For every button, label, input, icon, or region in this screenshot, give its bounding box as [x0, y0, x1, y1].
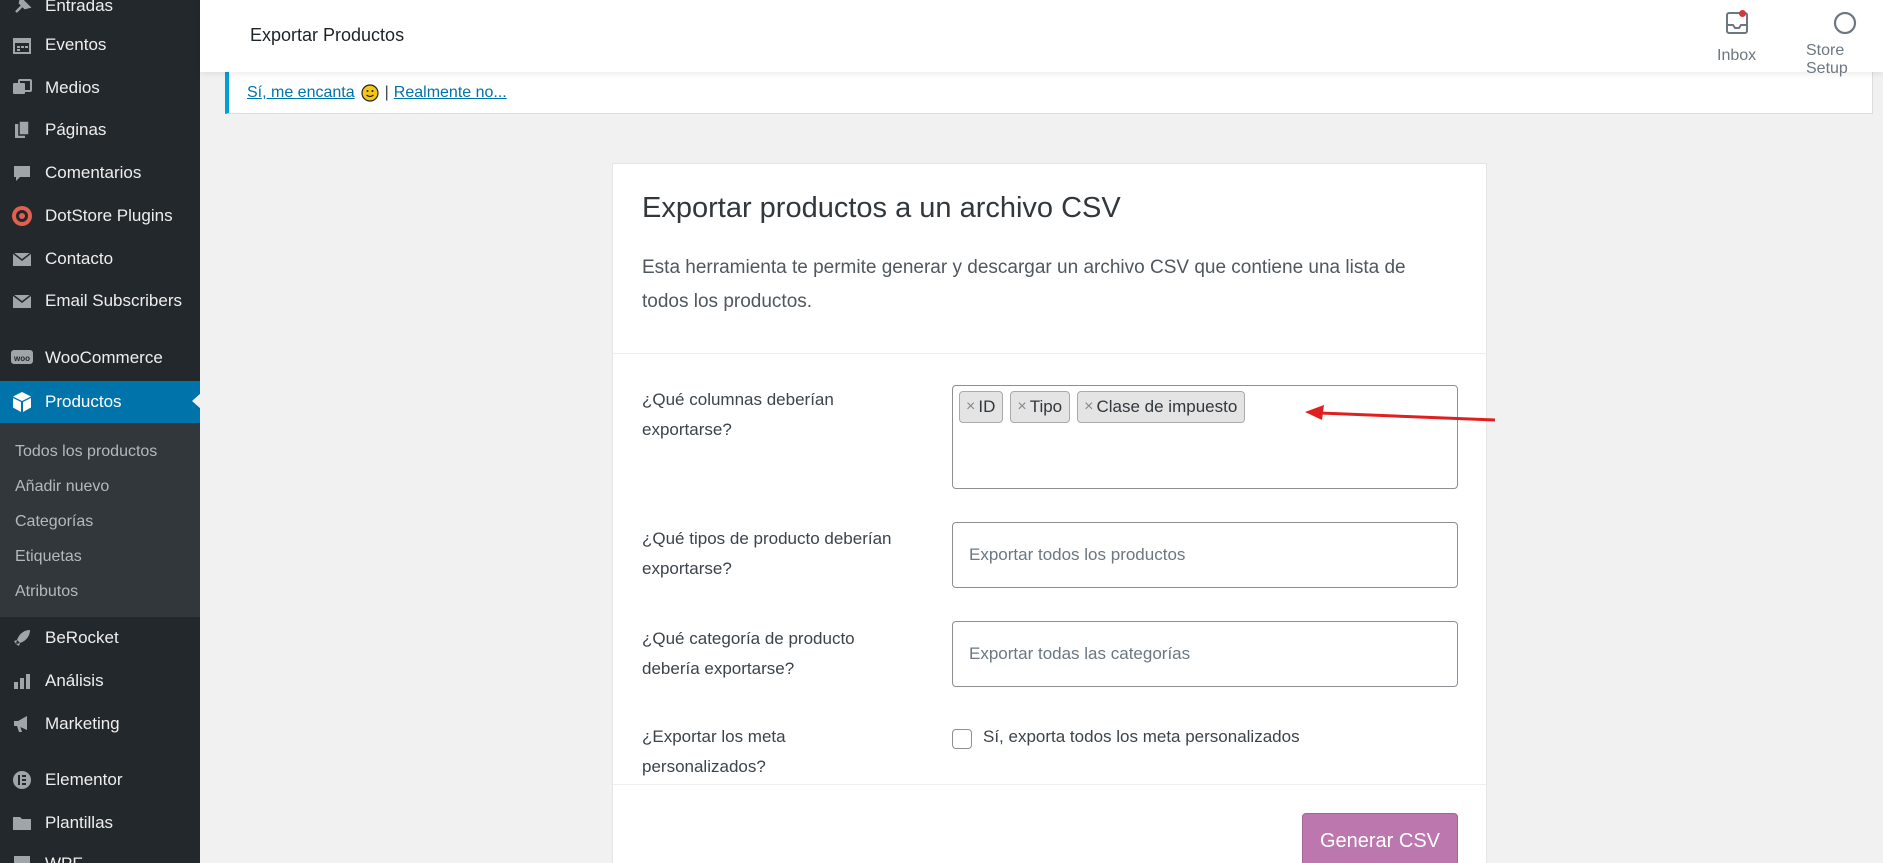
store-setup-label: Store Setup: [1806, 42, 1848, 77]
feedback-notice: Sí, me encanta | Realmente no...: [225, 72, 1873, 114]
category-label: ¿Qué categoría de producto debería expor…: [642, 629, 855, 678]
sidebar-item-label: Marketing: [45, 714, 120, 733]
product-types-placeholder: Exportar todos los productos: [969, 545, 1186, 564]
sidebar-item-label: WPF: [45, 854, 83, 863]
sidebar-item-entradas[interactable]: Entradas: [0, 0, 200, 26]
submenu-atributos[interactable]: Atributos: [0, 575, 200, 610]
sidebar-item-label: Eventos: [45, 35, 107, 54]
submenu-todos-los-productos[interactable]: Todos los productos: [0, 435, 200, 470]
box-icon: [11, 391, 33, 413]
store-setup-button[interactable]: Store Setup: [1806, 10, 1883, 78]
pages-icon: [11, 119, 33, 141]
export-card: Exportar productos a un archivo CSV Esta…: [612, 163, 1487, 863]
sidebar-item-woocommerce[interactable]: woo WooCommerce: [0, 338, 200, 378]
sidebar-item-medios[interactable]: Medios: [0, 68, 200, 108]
custom-meta-label: ¿Exportar los meta personalizados?: [642, 727, 786, 776]
sidebar-item-label: BeRocket: [45, 628, 119, 647]
sidebar-item-label: Medios: [45, 78, 100, 97]
remove-tag-icon[interactable]: ×: [1017, 398, 1026, 416]
inbox-button[interactable]: Inbox: [1717, 10, 1756, 65]
sidebar-item-eventos[interactable]: Eventos: [0, 25, 200, 65]
sidebar-item-label: Contacto: [45, 249, 114, 268]
active-indicator: [192, 393, 201, 409]
custom-meta-checkbox-label[interactable]: Sí, exporta todos los meta personalizado…: [983, 727, 1300, 747]
pin-icon: [11, 0, 33, 17]
inbox-label: Inbox: [1717, 47, 1757, 64]
sidebar-item-contacto[interactable]: Contacto: [0, 239, 200, 279]
calendar-icon: [11, 34, 33, 56]
sidebar-item-productos[interactable]: Productos: [0, 381, 201, 423]
column-tag: × Clase de impuesto: [1077, 391, 1246, 423]
sidebar-item-label: Entradas: [45, 0, 114, 15]
sidebar-item-label: Análisis: [45, 671, 104, 690]
smiley-icon: [361, 83, 379, 102]
sidebar-item-label: WooCommerce: [45, 348, 163, 367]
tag-label: Tipo: [1029, 397, 1063, 416]
page-title: Exportar Productos: [250, 25, 405, 45]
submenu-anadir-nuevo[interactable]: Añadir nuevo: [0, 470, 200, 505]
mail-icon: [11, 290, 33, 312]
top-header: Exportar Productos Inbox Store Setup: [200, 0, 1883, 77]
red-arrow-annotation: [1305, 405, 1496, 422]
card-title: Exportar productos a un archivo CSV: [642, 192, 1121, 224]
dotstore-icon: [11, 205, 33, 227]
sidebar-item-label: Páginas: [45, 120, 107, 139]
product-types-select[interactable]: Exportar todos los productos: [952, 522, 1458, 588]
custom-meta-checkbox[interactable]: [952, 729, 972, 749]
sidebar-item-label: Comentarios: [45, 163, 142, 182]
sidebar-item-wpf[interactable]: WPF: [0, 844, 200, 863]
tag-label: Clase de impuesto: [1096, 397, 1238, 416]
rocket-icon: [11, 627, 33, 649]
comment-icon: [11, 162, 33, 184]
column-tag: × Tipo: [1010, 391, 1071, 423]
sidebar-item-elementor[interactable]: Elementor: [0, 760, 200, 800]
generate-csv-button[interactable]: Generar CSV: [1302, 813, 1458, 863]
folder-icon: [11, 812, 33, 834]
sidebar-item-label: Elementor: [45, 770, 123, 789]
svg-text:woo: woo: [13, 354, 30, 363]
elementor-icon: [11, 769, 33, 791]
sidebar-item-plantillas[interactable]: Plantillas: [0, 803, 200, 843]
sidebar-item-marketing[interactable]: Marketing: [0, 704, 200, 744]
productos-submenu: Todos los productos Añadir nuevo Categor…: [0, 423, 200, 617]
card-divider: [613, 784, 1486, 785]
sidebar-item-label: Plantillas: [45, 813, 114, 832]
progress-ring-icon: [1833, 11, 1856, 35]
sidebar-item-label: DotStore Plugins: [45, 206, 173, 225]
mail-icon: [11, 248, 33, 270]
media-icon: [11, 77, 33, 99]
sidebar-item-paginas[interactable]: Páginas: [0, 110, 200, 150]
notice-separator: |: [384, 83, 389, 101]
megaphone-icon: [11, 713, 33, 735]
category-placeholder: Exportar todas las categorías: [969, 644, 1191, 663]
sidebar-item-analisis[interactable]: Análisis: [0, 661, 200, 701]
sidebar-item-label: Email Subscribers: [45, 291, 182, 310]
sidebar-item-comentarios[interactable]: Comentarios: [0, 153, 200, 193]
sidebar-item-label: Productos: [45, 392, 122, 411]
category-select[interactable]: Exportar todas las categorías: [952, 621, 1458, 687]
yes-love-it-link[interactable]: Sí, me encanta: [247, 84, 355, 102]
inbox-icon: [1725, 12, 1748, 34]
sidebar-item-berocket[interactable]: BeRocket: [0, 618, 200, 658]
remove-tag-icon[interactable]: ×: [1084, 398, 1093, 416]
sidebar-item-email-subscribers[interactable]: Email Subscribers: [0, 281, 200, 321]
notification-dot: [1738, 10, 1746, 17]
submenu-categorias[interactable]: Categorías: [0, 505, 200, 540]
column-tag: × ID: [959, 391, 1004, 423]
columns-label: ¿Qué columnas deberían exportarse?: [642, 390, 834, 439]
bar-chart-icon: [11, 670, 33, 692]
remove-tag-icon[interactable]: ×: [966, 398, 975, 416]
submenu-etiquetas[interactable]: Etiquetas: [0, 540, 200, 575]
tag-label: ID: [978, 397, 996, 416]
card-header: Exportar productos a un archivo CSV Esta…: [613, 164, 1486, 354]
card-description: Esta herramienta te permite generar y de…: [642, 257, 1406, 312]
woo-icon: woo: [11, 347, 33, 369]
not-really-link[interactable]: Realmente no...: [394, 84, 507, 102]
sidebar-item-dotstore-plugins[interactable]: DotStore Plugins: [0, 196, 200, 236]
product-types-label: ¿Qué tipos de producto deberían exportar…: [642, 529, 892, 578]
admin-sidebar: Entradas Eventos Medios Páginas Comentar…: [0, 0, 201, 863]
wpf-icon: [11, 853, 33, 863]
